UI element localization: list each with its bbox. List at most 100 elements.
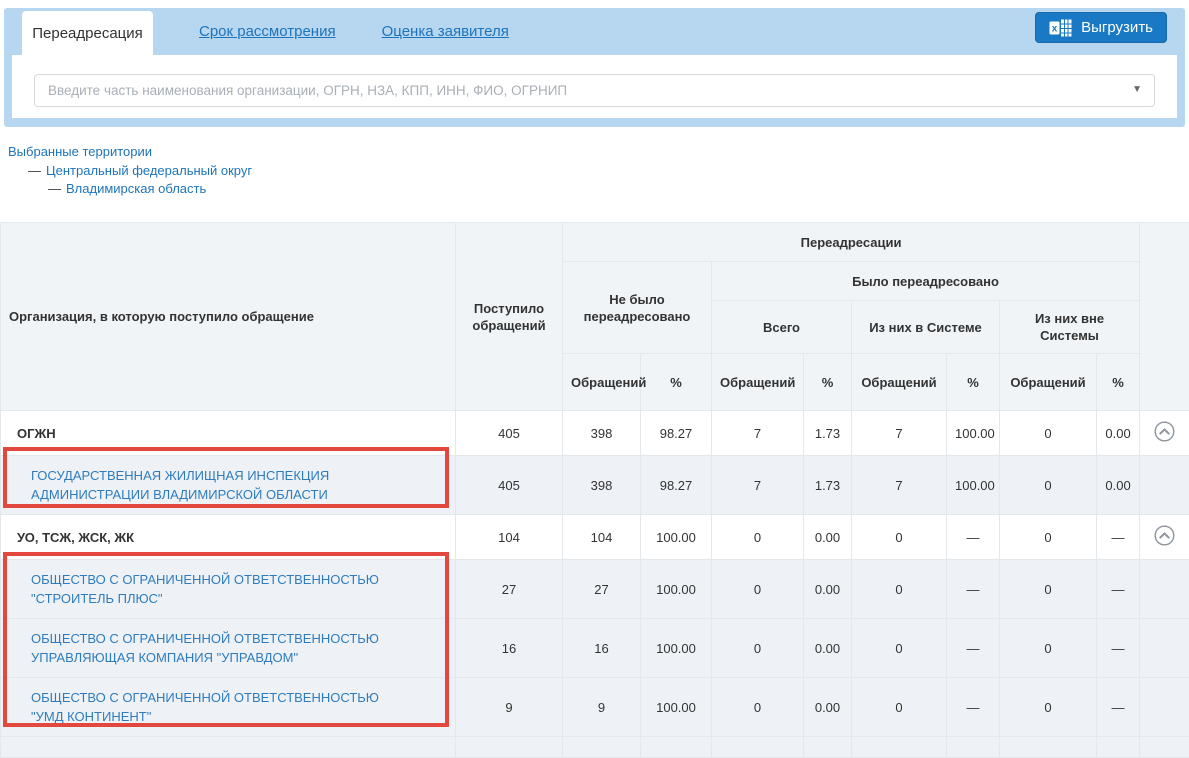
cell-not-redirected-count: 9 <box>563 678 641 737</box>
cell-received: 9 <box>456 678 563 737</box>
cell-received: 405 <box>456 456 563 515</box>
cell-out-system-count: 0 <box>1000 619 1097 678</box>
cell-total-percent: 1.73 <box>804 411 852 456</box>
cell-not-redirected-percent: 98.27 <box>641 456 712 515</box>
collapse-group-icon[interactable] <box>1154 421 1175 442</box>
export-button[interactable]: x Выгрузить <box>1035 12 1167 43</box>
cell-total-percent: 0.00 <box>804 560 852 619</box>
dash: — <box>48 181 61 196</box>
cell-in-system-percent: — <box>947 619 1000 678</box>
org-link-upravdom[interactable]: ОБЩЕСТВО С ОГРАНИЧЕННОЙ ОТВЕТСТВЕННОСТЬЮ… <box>31 631 379 665</box>
organization-search-input[interactable] <box>34 74 1155 107</box>
table-row-upravdom: ОБЩЕСТВО С ОГРАНИЧЕННОЙ ОТВЕТСТВЕННОСТЬЮ… <box>1 619 1189 678</box>
column-header-out-of-system: Из них вне Системы <box>1000 301 1140 354</box>
cell-in-system-percent: — <box>947 678 1000 737</box>
chevron-down-icon[interactable]: ▼ <box>1132 84 1142 96</box>
cell-out-system-count: 0 <box>1000 456 1097 515</box>
table-row-stroitel-plus: ОБЩЕСТВО С ОГРАНИЧЕННОЙ ОТВЕТСТВЕННОСТЬЮ… <box>1 560 1189 619</box>
column-header-appeals: Обращений <box>852 354 947 411</box>
cell-total-count: 7 <box>712 456 804 515</box>
cell-total-count: 0 <box>712 560 804 619</box>
cell-not-redirected-count: 104 <box>563 515 641 560</box>
territories-title: Выбранные территории <box>8 145 252 158</box>
cell-not-redirected-percent: 100.00 <box>641 515 712 560</box>
cell-in-system-percent: 100.00 <box>947 456 1000 515</box>
cell-not-redirected-percent: 100.00 <box>641 678 712 737</box>
cell-in-system-count: 0 <box>852 619 947 678</box>
cell-out-system-count: 0 <box>1000 560 1097 619</box>
cell-out-system-count: 0 <box>1000 678 1097 737</box>
column-header-percent: % <box>947 354 1000 411</box>
selected-territories: Выбранные территории — Центральный федера… <box>8 145 252 195</box>
column-header-not-redirected: Не было переадресовано <box>563 262 712 354</box>
org-link-umd-kontinent[interactable]: ОБЩЕСТВО С ОГРАНИЧЕННОЙ ОТВЕТСТВЕННОСТЬЮ… <box>31 690 379 724</box>
column-header-percent: % <box>1097 354 1140 411</box>
column-header-in-system: Из них в Системе <box>852 301 1000 354</box>
cell-in-system-count: 0 <box>852 515 947 560</box>
org-link-gzhi-vladimir[interactable]: ГОСУДАРСТВЕННАЯ ЖИЛИЩНАЯ ИНСПЕКЦИЯ АДМИН… <box>31 468 329 502</box>
export-button-label: Выгрузить <box>1081 19 1153 36</box>
table-row-umd-kontinent: ОБЩЕСТВО С ОГРАНИЧЕННОЙ ОТВЕТСТВЕННОСТЬЮ… <box>1 678 1189 737</box>
cell-not-redirected-count: 27 <box>563 560 641 619</box>
column-header-actions <box>1140 223 1189 411</box>
cell-total-percent: 0.00 <box>804 678 852 737</box>
table-row-ogzhn: ОГЖН 405 398 98.27 7 1.73 7 100.00 0 0.0… <box>1 411 1189 456</box>
cell-in-system-count: 7 <box>852 411 947 456</box>
column-header-was-redirected: Было переадресовано <box>712 262 1140 301</box>
column-header-appeals: Обращений <box>1000 354 1097 411</box>
territory-link-central-federal-district[interactable]: Центральный федеральный округ <box>46 163 252 178</box>
column-header-total: Всего <box>712 301 852 354</box>
cell-out-system-percent: 0.00 <box>1097 456 1140 515</box>
cell-out-system-percent: 0.00 <box>1097 411 1140 456</box>
search-wrap: ▼ <box>34 74 1155 107</box>
column-header-organization: Организация, в которую поступило обращен… <box>1 223 456 411</box>
collapse-group-icon[interactable] <box>1154 525 1175 546</box>
cell-in-system-count: 0 <box>852 560 947 619</box>
tab-review-period[interactable]: Срок рассмотрения <box>199 23 336 40</box>
dash: — <box>28 163 41 178</box>
redirections-table: Организация, в которую поступило обращен… <box>0 222 1189 758</box>
cell-total-percent: 0.00 <box>804 515 852 560</box>
org-group-label: ОГЖН <box>1 411 456 456</box>
org-link-stroitel-plus[interactable]: ОБЩЕСТВО С ОГРАНИЧЕННОЙ ОТВЕТСТВЕННОСТЬЮ… <box>31 572 379 606</box>
column-header-appeals: Обращений <box>563 354 641 411</box>
tab-applicant-rating[interactable]: Оценка заявителя <box>382 23 509 40</box>
cell-in-system-count: 0 <box>852 678 947 737</box>
cell-total-count: 0 <box>712 678 804 737</box>
cell-received: 16 <box>456 619 563 678</box>
territory-link-vladimir-region[interactable]: Владимирская область <box>66 181 206 196</box>
territory-item-region: — Владимирская область <box>8 182 252 195</box>
cell-total-count: 7 <box>712 411 804 456</box>
filter-panel: ▼ <box>12 55 1177 118</box>
cell-received: 104 <box>456 515 563 560</box>
column-header-received: Поступило обращений <box>456 223 563 411</box>
column-header-percent: % <box>804 354 852 411</box>
cell-in-system-percent: 100.00 <box>947 411 1000 456</box>
cell-total-percent: 0.00 <box>804 619 852 678</box>
table-row-partial <box>1 737 1189 758</box>
cell-out-system-percent: — <box>1097 515 1140 560</box>
column-header-appeals: Обращений <box>712 354 804 411</box>
cell-received: 405 <box>456 411 563 456</box>
cell-out-system-percent: — <box>1097 619 1140 678</box>
column-header-percent: % <box>641 354 712 411</box>
excel-icon: x <box>1049 19 1072 37</box>
cell-total-count: 0 <box>712 619 804 678</box>
cell-out-system-percent: — <box>1097 678 1140 737</box>
cell-not-redirected-count: 398 <box>563 456 641 515</box>
svg-text:x: x <box>1052 23 1058 34</box>
cell-in-system-count: 7 <box>852 456 947 515</box>
tab-bar: Переадресация Срок рассмотрения Оценка з… <box>4 8 1185 127</box>
column-header-redirections: Переадресации <box>563 223 1140 262</box>
cell-not-redirected-percent: 98.27 <box>641 411 712 456</box>
territory-item-federal-district: — Центральный федеральный округ <box>8 164 252 177</box>
cell-out-system-count: 0 <box>1000 411 1097 456</box>
tab-redirection[interactable]: Переадресация <box>22 11 153 55</box>
cell-total-percent: 1.73 <box>804 456 852 515</box>
cell-not-redirected-percent: 100.00 <box>641 619 712 678</box>
table-row-gzhi: ГОСУДАРСТВЕННАЯ ЖИЛИЩНАЯ ИНСПЕКЦИЯ АДМИН… <box>1 456 1189 515</box>
cell-total-count: 0 <box>712 515 804 560</box>
table-row-uo-tszh: УО, ТСЖ, ЖСК, ЖК 104 104 100.00 0 0.00 0… <box>1 515 1189 560</box>
cell-in-system-percent: — <box>947 560 1000 619</box>
cell-not-redirected-percent: 100.00 <box>641 560 712 619</box>
